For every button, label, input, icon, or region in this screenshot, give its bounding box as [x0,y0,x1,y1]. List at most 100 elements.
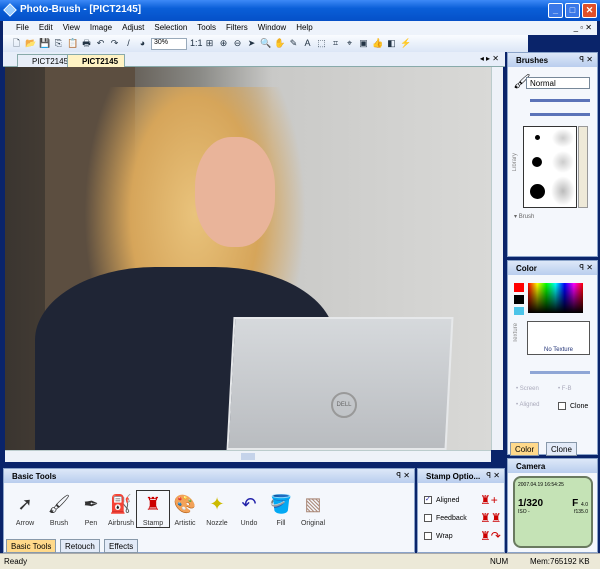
doc-tab-active[interactable]: PICT2145 [67,54,126,67]
brush-expander[interactable]: ▾ Brush [514,213,534,220]
menu-file[interactable]: File [11,21,34,35]
library-scrollbar[interactable] [578,126,588,208]
maximize-button[interactable]: □ [565,3,580,18]
tab-nav-controls[interactable]: ◂ ▸ ✕ [480,54,499,63]
new-icon[interactable]: 🗋 [11,38,22,49]
text-icon[interactable]: A [302,38,313,49]
color-spectrum[interactable] [528,283,583,313]
actual-size-button[interactable]: 1:1 [190,38,203,49]
screen-option[interactable]: • Screen [516,386,539,392]
zoom-select[interactable]: 30% [151,37,187,50]
tab-clone[interactable]: Clone [546,442,577,456]
effects-icon[interactable]: ⚡ [400,38,411,49]
tool-undo[interactable]: ↶ Undo [232,491,266,527]
clone-checkbox[interactable]: Clone [558,402,588,410]
swap-colors-icon[interactable] [514,307,524,315]
texture-select[interactable]: No Texture [527,321,590,355]
tool-nozzle[interactable]: ✦ Nozzle [200,491,234,527]
foreground-color-swatch[interactable] [514,283,524,292]
horizontal-scrollbar[interactable] [5,450,491,462]
tool-fill[interactable]: 🪣 Fill [264,491,298,527]
palette-icon: 🎨 [173,494,197,514]
shutter-speed: 1/320 [518,498,544,509]
tab-basic-tools[interactable]: Basic Tools [6,539,57,553]
menu-tools[interactable]: Tools [192,21,221,35]
selection-icon[interactable]: ⬚ [316,38,327,49]
status-bar: Ready NUM Mem:765192 KB [0,553,600,569]
tool-airbrush[interactable]: ⛽ Airbrush [104,491,138,527]
tool-arrow[interactable]: ➚ Arrow [8,491,42,527]
fit-icon[interactable]: ⊞ [204,38,215,49]
nozzle-icon: ✦ [209,494,225,514]
basic-tools-title: Basic Tools [12,472,57,481]
brush-library-grid[interactable] [523,126,577,208]
menu-image[interactable]: Image [85,21,117,35]
texture-slider[interactable] [530,371,590,374]
eyedropper-icon[interactable]: ✎ [288,38,299,49]
paste-icon[interactable]: 📋 [67,38,78,49]
menu-selection[interactable]: Selection [149,21,192,35]
zoom-out-icon[interactable]: ⊖ [232,38,243,49]
hand-icon[interactable]: ✋ [274,38,285,49]
panel-pin-close[interactable]: ꟼ ✕ [579,55,593,64]
panel-pin-close[interactable]: ꟼ ✕ [396,471,410,480]
tab-effects[interactable]: Effects [104,539,139,553]
resize-icon[interactable]: ⌖ [344,38,355,49]
color-wheel-icon[interactable]: ◕ [137,38,148,49]
blend-mode-select[interactable]: Normal [526,77,590,89]
library-label: Library [512,153,518,172]
fb-option[interactable]: • F-B [558,386,571,392]
redo-icon[interactable]: ↷ [109,38,120,49]
panel-pin-close[interactable]: ꟼ ✕ [486,471,500,480]
copy-icon[interactable]: ⎘ [53,38,64,49]
brush-icon[interactable]: / [123,38,134,49]
close-button[interactable]: ✕ [582,3,597,18]
num-lock-indicator: NUM [490,557,509,566]
opacity-slider[interactable] [530,113,590,116]
aperture: 4.0 [581,502,588,508]
tool-pen[interactable]: ✒ Pen [74,491,108,527]
size-slider[interactable] [530,99,590,102]
laptop [226,317,454,450]
dell-logo: DELL [331,392,357,418]
feedback-checkbox[interactable]: Feedback [424,514,467,522]
stamp-options-panel: Stamp Optio... ꟼ ✕ ✓ Aligned Feedback Wrap… [417,468,505,553]
frame-icon[interactable]: ▣ [358,38,369,49]
aligned-option[interactable]: • Aligned [516,402,539,408]
wrap-checkbox[interactable]: Wrap [424,532,453,540]
tool-stamp[interactable]: ♜ Stamp [136,490,170,528]
vertical-scrollbar[interactable] [491,67,503,450]
brush-icon: 🖌 [47,494,71,514]
panel-pin-close[interactable]: ꟼ ✕ [579,263,593,272]
tool-artistic[interactable]: 🎨 Artistic [168,491,202,527]
menu-window[interactable]: Window [253,21,291,35]
tool-brush[interactable]: 🖌 Brush [42,491,76,527]
tab-color[interactable]: Color [510,442,540,456]
crop-icon[interactable]: ⌗ [330,38,341,49]
undo-icon[interactable]: ↶ [95,38,106,49]
menu-edit[interactable]: Edit [34,21,58,35]
menu-adjust[interactable]: Adjust [117,21,149,35]
minimize-button[interactable]: _ [548,3,563,18]
fill-bucket-icon: 🪣 [269,494,293,514]
magnifier-icon[interactable]: 🔍 [260,38,271,49]
mdi-controls[interactable]: _ ▫ ✕ [569,21,597,35]
photo-canvas[interactable]: DELL [5,67,491,450]
open-icon[interactable]: 📂 [25,38,36,49]
menu-help[interactable]: Help [291,21,317,35]
airbrush-icon: ⛽ [109,494,133,514]
tool-original[interactable]: ▧ Original [296,491,330,527]
focal-length: f135.0 [574,509,588,515]
panel-icon[interactable]: ◧ [386,38,397,49]
save-icon[interactable]: 💾 [39,38,50,49]
zoom-in-icon[interactable]: ⊕ [218,38,229,49]
aligned-checkbox[interactable]: ✓ Aligned [424,496,459,504]
menu-view[interactable]: View [58,21,85,35]
tab-retouch[interactable]: Retouch [60,539,100,553]
thumb-icon[interactable]: 👍 [372,38,383,49]
arrow-icon[interactable]: ➤ [246,38,257,49]
background-color-swatch[interactable] [514,295,524,304]
camera-datetime: 2007.04.19 16:54:25 [518,482,564,488]
print-icon[interactable]: 🖶 [81,38,92,49]
menu-filters[interactable]: Filters [221,21,253,35]
